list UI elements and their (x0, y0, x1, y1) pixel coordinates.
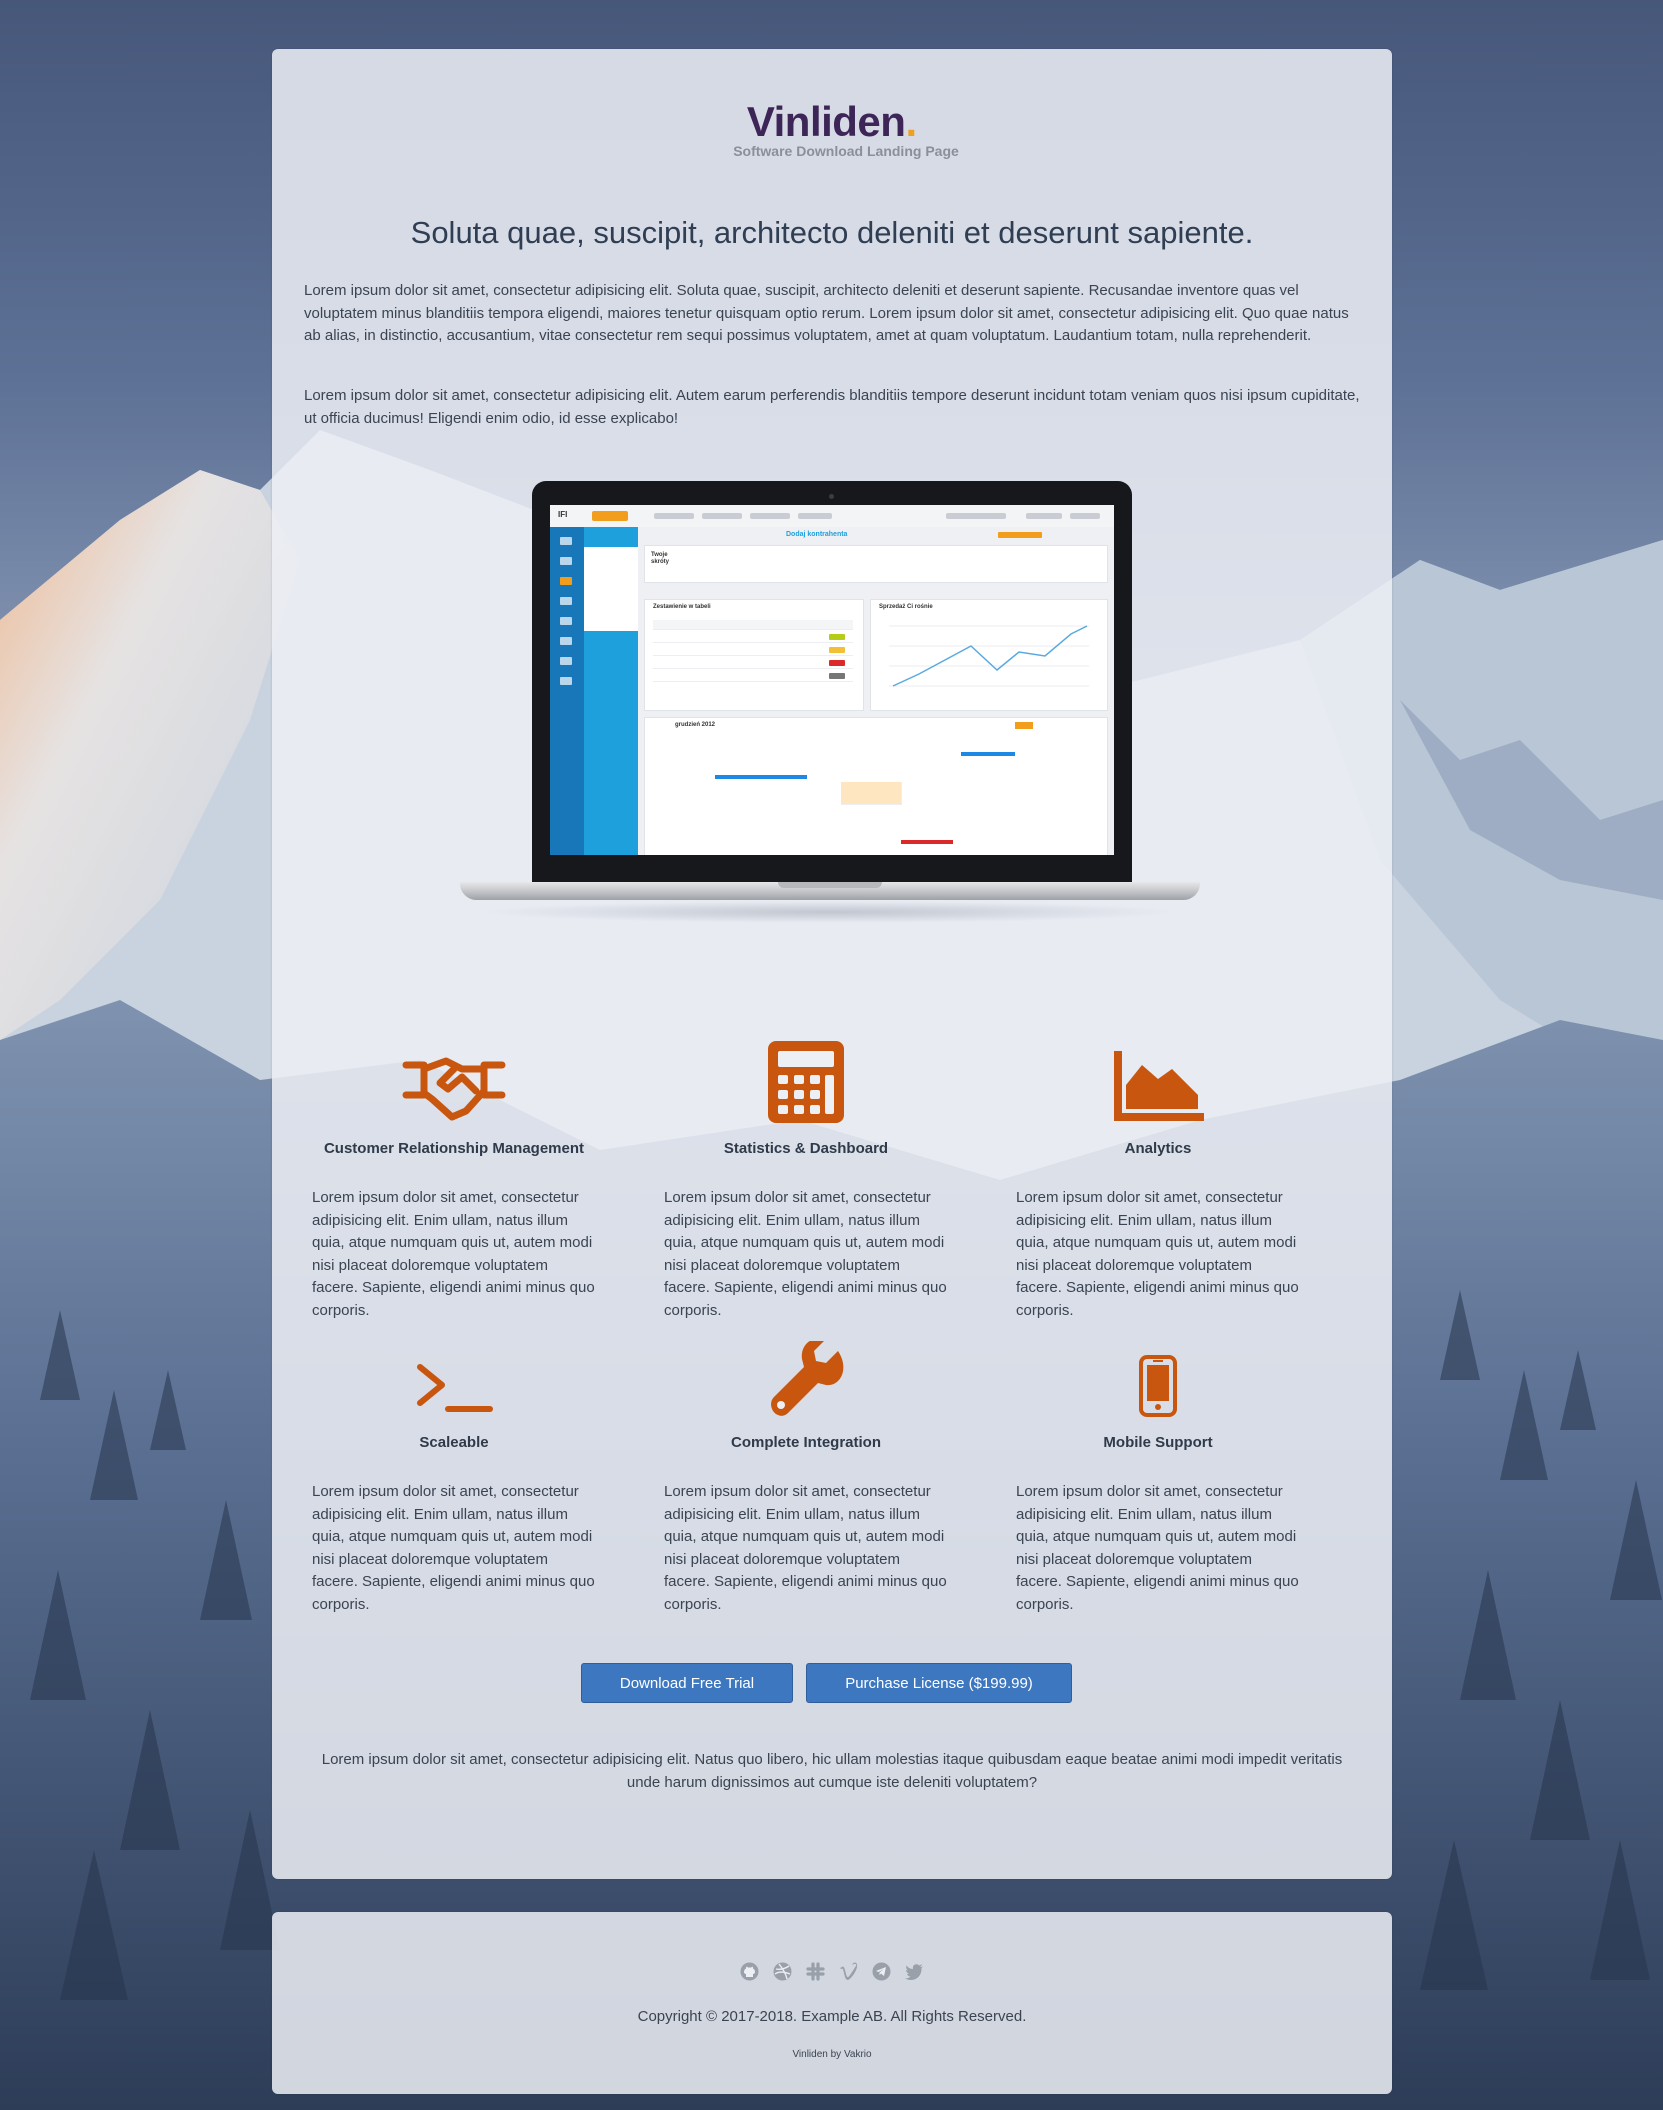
laptop-lid: IFI Dodaj kontrahenta Twoje skróty Zesta… (532, 481, 1132, 886)
social-links (272, 1962, 1392, 1981)
app-shortcuts-title: Twoje skróty (651, 552, 670, 565)
credit-link[interactable]: Vinliden by Vakrio (272, 2049, 1392, 2060)
twitter-icon[interactable] (905, 1962, 924, 1981)
feature-crm: Customer Relationship Management Lorem i… (304, 1039, 604, 1322)
app-sidebar-icon (560, 597, 572, 605)
app-table-row (653, 672, 853, 682)
logo-wordmark: Vinliden (746, 98, 906, 145)
app-user-menu (946, 513, 1006, 519)
app-calendar-panel: grudzień 2012 (644, 717, 1108, 855)
app-table-title: Zestawienie w tabeli (653, 604, 711, 610)
app-calendar-today (841, 782, 902, 805)
slack-icon[interactable] (806, 1962, 825, 1981)
feature-analytics: Analytics Lorem ipsum dolor sit amet, co… (1008, 1039, 1308, 1322)
app-table-row (653, 659, 853, 669)
feature-statistics: Statistics & Dashboard Lorem ipsum dolor… (656, 1039, 956, 1322)
app-menu-item (1070, 513, 1100, 519)
feature-title: Statistics & Dashboard (723, 1140, 889, 1157)
app-sidebar-icon (560, 537, 572, 545)
app-table-panel: Zestawienie w tabeli (644, 599, 864, 711)
feature-title: Complete Integration (730, 1434, 881, 1451)
wrench-icon (656, 1333, 956, 1417)
laptop-shadow (480, 901, 1180, 923)
feature-text: Lorem ipsum dolor sit amet, consectetur … (312, 1483, 595, 1613)
feature-integration: Complete Integration Lorem ipsum dolor s… (656, 1333, 956, 1616)
handshake-icon (304, 1039, 604, 1123)
app-menu-item (1026, 513, 1062, 519)
app-menu-item (750, 513, 790, 519)
laptop-mockup: IFI Dodaj kontrahenta Twoje skróty Zesta… (460, 481, 1200, 931)
feature-title: Mobile Support (1103, 1434, 1213, 1451)
closing-paragraph: Lorem ipsum dolor sit amet, consectetur … (321, 1751, 1343, 1791)
app-calendar-event (901, 840, 953, 844)
feature-scaleable: Scaleable Lorem ipsum dolor sit amet, co… (304, 1333, 604, 1616)
app-calendar-event (961, 752, 1015, 756)
app-sidebar-icon (560, 677, 572, 685)
app-chart-title: Sprzedaż Ci rośnie (879, 604, 933, 610)
download-trial-button[interactable]: Download Free Trial (581, 1663, 793, 1703)
feature-text: Lorem ipsum dolor sit amet, consectetur … (1016, 1189, 1299, 1319)
app-menu-item (798, 513, 832, 519)
app-logo-icon: IFI (558, 510, 568, 519)
app-page-title: Dodaj kontrahenta (786, 531, 848, 538)
app-calendar-title: grudzień 2012 (675, 722, 716, 728)
app-subsidebar (584, 527, 638, 855)
github-icon[interactable] (740, 1962, 759, 1981)
app-orange-button (592, 511, 628, 521)
feature-title: Customer Relationship Management (323, 1140, 585, 1157)
feature-text: Lorem ipsum dolor sit amet, consectetur … (1016, 1483, 1299, 1613)
app-menu-item (702, 513, 742, 519)
logo[interactable]: Vinliden. (272, 97, 1392, 147)
logo-tagline: Software Download Landing Page (733, 143, 959, 159)
app-chart-panel: Sprzedaż Ci rośnie (870, 599, 1108, 711)
feature-mobile: Mobile Support Lorem ipsum dolor sit ame… (1008, 1333, 1308, 1616)
intro-paragraph-2: Lorem ipsum dolor sit amet, consectetur … (304, 387, 1360, 427)
calculator-icon (656, 1039, 956, 1123)
copyright-text: Copyright © 2017-2018. Example AB. All R… (637, 2008, 1027, 2025)
app-sidebar-icon (560, 557, 572, 565)
area-chart-icon (1008, 1039, 1308, 1123)
laptop-base (460, 882, 1200, 900)
footer: Copyright © 2017-2018. Example AB. All R… (272, 1912, 1392, 2094)
terminal-icon (304, 1333, 604, 1417)
laptop-camera (829, 494, 834, 499)
app-sidebar-icon (560, 657, 572, 665)
app-sidebar (550, 527, 584, 855)
telegram-icon[interactable] (872, 1962, 891, 1981)
feature-text: Lorem ipsum dolor sit amet, consectetur … (664, 1189, 947, 1319)
app-sidebar-icon (560, 637, 572, 645)
vimeo-icon[interactable] (839, 1962, 858, 1981)
app-screenshot: IFI Dodaj kontrahenta Twoje skróty Zesta… (550, 505, 1114, 855)
app-menu-item (654, 513, 694, 519)
dribbble-icon[interactable] (773, 1962, 792, 1981)
app-action-button (998, 532, 1042, 538)
app-sidebar-icon (560, 577, 572, 585)
page-headline: Soluta quae, suscipit, architecto deleni… (410, 215, 1254, 250)
logo-dot: . (905, 98, 918, 145)
app-calendar-event (715, 775, 807, 779)
app-calendar-view-button (1015, 722, 1033, 729)
app-shortcuts-panel: Twoje skróty (644, 545, 1108, 583)
app-line-chart (889, 625, 1089, 687)
app-subsidebar-selection (584, 547, 638, 631)
intro-paragraph-1: Lorem ipsum dolor sit amet, consectetur … (304, 282, 1349, 344)
app-topbar: IFI (550, 505, 1114, 528)
feature-title: Analytics (1124, 1140, 1192, 1157)
feature-title: Scaleable (419, 1434, 489, 1451)
purchase-license-button[interactable]: Purchase License ($199.99) (806, 1663, 1072, 1703)
feature-text: Lorem ipsum dolor sit amet, consectetur … (664, 1483, 947, 1613)
app-table-row (653, 646, 853, 656)
app-table-header (653, 620, 853, 630)
app-sidebar-icon (560, 617, 572, 625)
mobile-phone-icon (1008, 1333, 1308, 1417)
app-table-row (653, 633, 853, 643)
feature-text: Lorem ipsum dolor sit amet, consectetur … (312, 1189, 595, 1319)
app-content: Dodaj kontrahenta Twoje skróty Zestawien… (638, 527, 1114, 855)
main-card: Vinliden. Software Download Landing Page… (272, 49, 1392, 1879)
